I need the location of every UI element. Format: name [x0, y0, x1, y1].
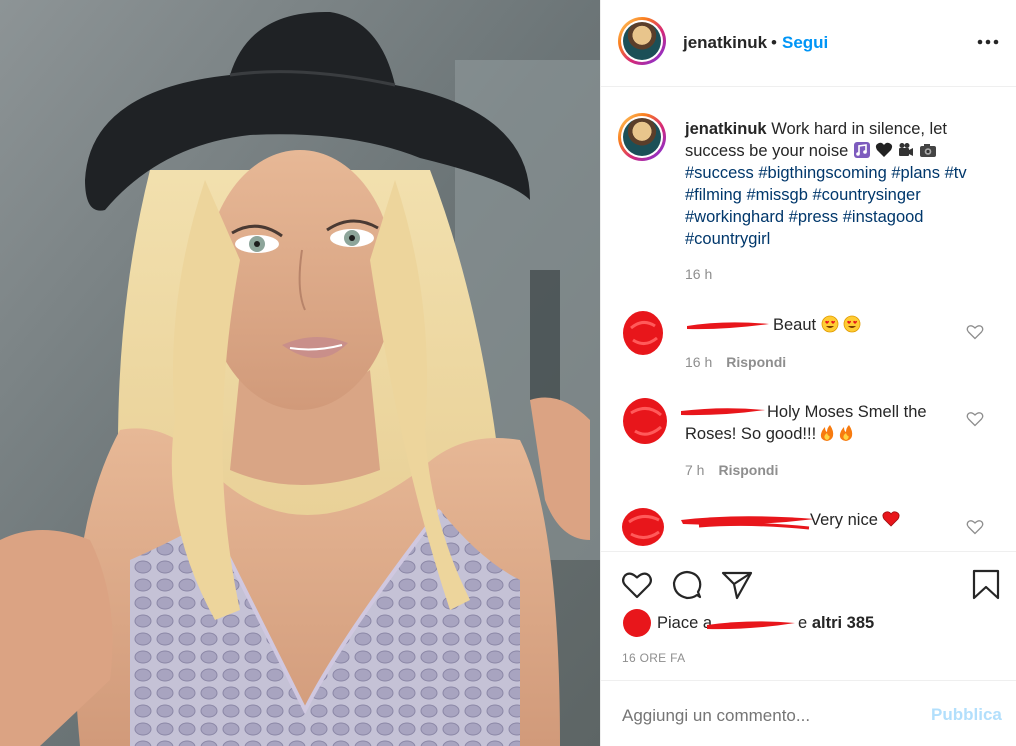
caption-avatar[interactable] [618, 113, 666, 161]
caption-text: jenatkinuk Work hard in silence, let suc… [685, 118, 995, 250]
author-username[interactable]: jenatkinuk [683, 33, 767, 53]
heart-eyes-emoji [821, 315, 839, 333]
comment-meta: 16 h Rispondi [685, 354, 787, 370]
post-header: jenatkinuk • Segui [601, 0, 1016, 87]
redacted-username [687, 322, 769, 330]
likes-count[interactable]: altri 385 [812, 614, 874, 632]
comment-box-divider [601, 680, 1016, 681]
black-heart-emoji [875, 142, 892, 157]
reply-button[interactable]: Rispondi [726, 354, 786, 370]
comment-meta: 7 h Rispondi [685, 462, 779, 478]
comment-text: Beaut [773, 314, 865, 336]
redacted-avatar [622, 508, 664, 546]
comment-like-icon[interactable] [966, 519, 984, 535]
add-comment-input[interactable] [622, 703, 912, 729]
caption-hashtags-3[interactable]: #workinghard #press #instagood [685, 208, 924, 226]
caption-hashtags-2[interactable]: #filming #missgb #countrysinger [685, 186, 921, 204]
redacted-liker-name [707, 621, 795, 630]
redacted-username [681, 516, 815, 530]
comment-text: Very nice [810, 509, 904, 531]
caption-hashtags-4[interactable]: #countrygirl [685, 230, 770, 248]
heart-eyes-emoji [843, 315, 861, 333]
red-heart-emoji [882, 511, 900, 527]
camera-emoji [919, 144, 936, 157]
post-timestamp: 16 ORE FA [622, 651, 686, 665]
fire-emoji [821, 425, 834, 441]
redacted-liker-avatar [623, 609, 651, 637]
comment-like-icon[interactable] [966, 324, 984, 340]
movie-camera-emoji [898, 143, 913, 156]
comment-text: Holy Moses Smell the Roses! So good!!! [685, 403, 927, 443]
like-heart-icon[interactable] [621, 570, 653, 600]
fire-emoji [840, 425, 853, 441]
separator-dot: • [771, 33, 777, 52]
caption-username[interactable]: jenatkinuk [685, 120, 767, 138]
caption-time: 16 h [685, 266, 713, 282]
redacted-avatar [623, 398, 667, 444]
actions-divider [601, 551, 1016, 552]
comment-like-icon[interactable] [966, 411, 984, 427]
reply-button[interactable]: Rispondi [718, 462, 778, 478]
publish-button[interactable]: Pubblica [931, 705, 1002, 725]
comment-bubble-icon[interactable] [671, 569, 703, 601]
post-details-panel: jenatkinuk • Segui jenatkinuk Work hard … [600, 0, 1016, 746]
musical-notes-emoji [853, 142, 870, 158]
post-image [0, 0, 600, 746]
follow-button[interactable]: Segui [782, 33, 828, 53]
more-options-icon[interactable] [973, 30, 1003, 54]
share-send-icon[interactable] [721, 569, 753, 601]
save-bookmark-icon[interactable] [972, 569, 1000, 601]
caption-hashtags-1[interactable]: #success #bigthingscoming #plans #tv [685, 164, 967, 182]
redacted-avatar [623, 311, 663, 355]
post-photo[interactable] [0, 0, 600, 746]
author-avatar[interactable] [618, 17, 666, 65]
